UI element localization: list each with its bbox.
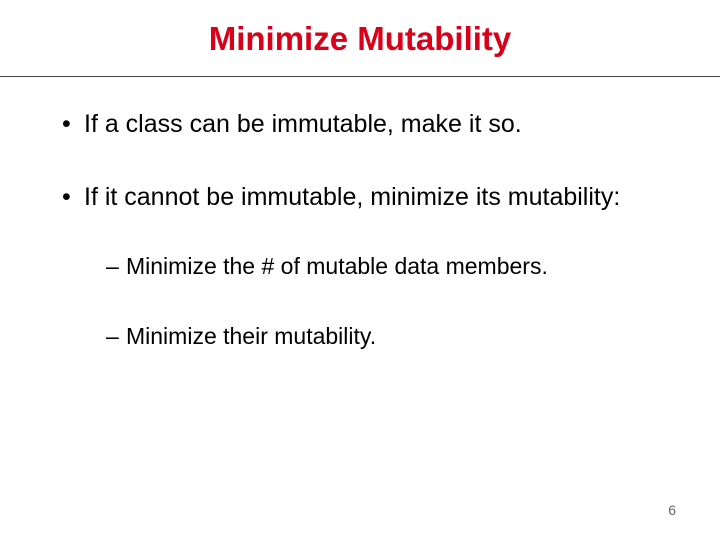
sub-bullet-item: –Minimize their mutability. xyxy=(84,322,682,351)
slide: Minimize Mutability •If a class can be i… xyxy=(0,0,720,540)
sub-bullet-text: Minimize the # of mutable data members. xyxy=(126,253,548,279)
bullet-item: •If it cannot be immutable, minimize its… xyxy=(38,182,682,213)
bullet-dash-icon: – xyxy=(106,252,126,281)
sub-bullet-group: –Minimize the # of mutable data members.… xyxy=(38,252,682,352)
slide-body: •If a class can be immutable, make it so… xyxy=(0,77,720,351)
sub-bullet-text: Minimize their mutability. xyxy=(126,323,376,349)
bullet-text: If a class can be immutable, make it so. xyxy=(84,110,522,138)
bullet-item: •If a class can be immutable, make it so… xyxy=(38,109,682,140)
page-number: 6 xyxy=(668,502,676,518)
bullet-dot-icon: • xyxy=(62,109,84,140)
sub-bullet-item: –Minimize the # of mutable data members. xyxy=(84,252,682,281)
bullet-dot-icon: • xyxy=(62,182,84,213)
slide-title: Minimize Mutability xyxy=(0,0,720,76)
bullet-text: If it cannot be immutable, minimize its … xyxy=(84,183,620,211)
bullet-dash-icon: – xyxy=(106,322,126,351)
